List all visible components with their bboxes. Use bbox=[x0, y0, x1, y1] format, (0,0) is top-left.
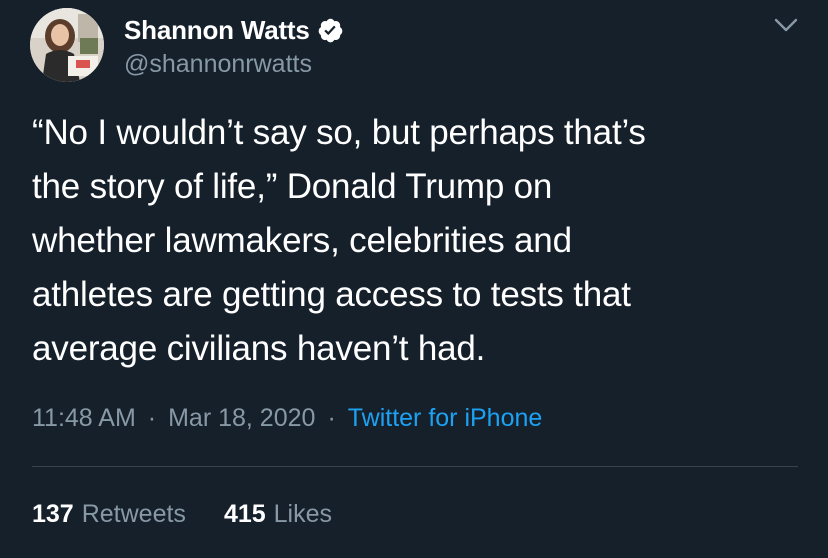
tweet-card: Shannon Watts @shannonrwatts “No I would… bbox=[0, 0, 828, 558]
likes-count: 415 bbox=[223, 500, 266, 528]
profile-photo bbox=[30, 8, 104, 82]
author-display-name[interactable]: Shannon Watts bbox=[124, 15, 310, 46]
retweets-label: Retweets bbox=[81, 500, 186, 528]
verified-badge-icon bbox=[317, 17, 344, 44]
tweet-text-line: athletes are getting access to tests tha… bbox=[32, 275, 631, 314]
metadata-separator: · bbox=[327, 404, 336, 432]
tweet-date[interactable]: Mar 18, 2020 bbox=[168, 404, 315, 433]
divider bbox=[32, 466, 798, 467]
retweets-count: 137 bbox=[32, 500, 74, 528]
tweet-text-line: “No I wouldn’t say so, but perhaps that’… bbox=[32, 113, 646, 152]
tweet-text: “No I wouldn’t say so, but perhaps that’… bbox=[32, 106, 802, 376]
likes-label: Likes bbox=[273, 500, 333, 528]
tweet-time[interactable]: 11:48 AM bbox=[32, 404, 136, 433]
tweet-text-line: the story of life,” Donald Trump on bbox=[32, 167, 553, 206]
retweets-stat[interactable]: 137 Retweets bbox=[32, 500, 186, 529]
tweet-source-link[interactable]: Twitter for iPhone bbox=[348, 404, 543, 433]
metadata-separator: · bbox=[147, 404, 157, 432]
author-handle[interactable]: @shannonrwatts bbox=[124, 50, 312, 79]
tweet-text-line: whether lawmakers, celebrities and bbox=[32, 221, 572, 260]
avatar[interactable] bbox=[30, 8, 104, 82]
tweet-text-line: average civilians haven’t had. bbox=[32, 329, 486, 368]
author-name-row[interactable]: Shannon Watts bbox=[124, 14, 344, 46]
tweet-stats: 137 Retweets 415 Likes bbox=[32, 500, 332, 529]
chevron-down-icon[interactable] bbox=[772, 14, 800, 36]
likes-stat[interactable]: 415 Likes bbox=[224, 500, 332, 529]
tweet-metadata: 11:48 AM · Mar 18, 2020 · Twitter for iP… bbox=[32, 404, 542, 433]
